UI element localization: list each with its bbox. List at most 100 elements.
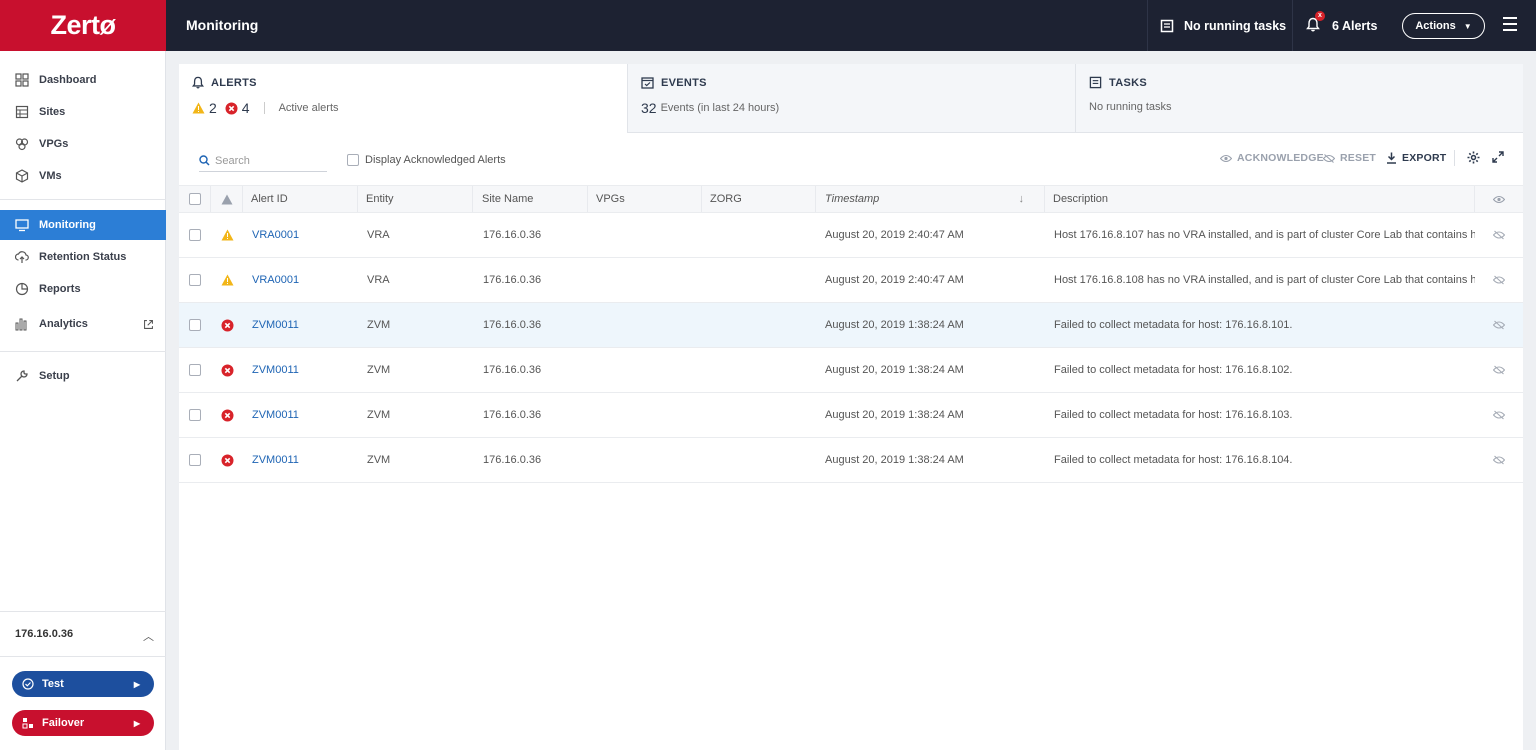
row-checkbox[interactable] bbox=[189, 319, 201, 331]
actions-dropdown[interactable]: Actions ▼ bbox=[1402, 13, 1485, 39]
active-alerts-label: Active alerts bbox=[278, 102, 339, 114]
column-header-vpgs[interactable]: VPGs bbox=[588, 186, 702, 212]
sidebar-item-label: Retention Status bbox=[39, 251, 127, 263]
vms-icon bbox=[15, 169, 29, 183]
shield-check-icon bbox=[22, 678, 34, 690]
vpgs-cell bbox=[588, 348, 702, 392]
row-select-cell bbox=[179, 213, 211, 257]
entity-cell: ZVM bbox=[367, 454, 391, 466]
sidebar-item-monitoring[interactable]: Monitoring bbox=[0, 210, 166, 240]
test-button[interactable]: Test ▶ bbox=[12, 671, 154, 697]
divider bbox=[0, 611, 166, 612]
row-checkbox[interactable] bbox=[189, 409, 201, 421]
sidebar-item-vms[interactable]: VMs bbox=[0, 161, 166, 191]
tab-tasks[interactable]: TASKS No running tasks bbox=[1075, 64, 1523, 133]
table-row[interactable]: ZVM0011 ZVM 176.16.0.36 August 20, 2019 1:3… bbox=[179, 348, 1523, 393]
site-name-cell: 176.16.0.36 bbox=[483, 274, 542, 286]
sidebar-item-analytics[interactable]: Analytics bbox=[0, 309, 166, 339]
row-select-cell bbox=[179, 348, 211, 392]
select-all-checkbox[interactable] bbox=[188, 193, 201, 205]
column-header-site-name[interactable]: Site Name bbox=[473, 186, 588, 212]
warning-icon bbox=[211, 213, 243, 257]
search-input[interactable]: Search bbox=[199, 150, 327, 172]
tab-alerts[interactable]: ALERTS 2 4 Active alerts bbox=[179, 64, 627, 133]
row-checkbox[interactable] bbox=[189, 229, 201, 241]
site-name-cell: 176.16.0.36 bbox=[483, 229, 542, 241]
column-header-zorg[interactable]: ZORG bbox=[702, 186, 816, 212]
sidebar-item-setup[interactable]: Setup bbox=[0, 361, 166, 391]
row-checkbox[interactable] bbox=[189, 364, 201, 376]
table-row[interactable]: VRA0001 VRA 176.16.0.36 August 20, 2019 2:4… bbox=[179, 258, 1523, 303]
sidebar-item-dashboard[interactable]: Dashboard bbox=[0, 65, 166, 95]
zerto-logo[interactable]: Zertø bbox=[0, 0, 166, 51]
table-row[interactable]: VRA0001 VRA 176.16.0.36 August 20, 2019 2:4… bbox=[179, 213, 1523, 258]
eye-off-icon[interactable] bbox=[1475, 438, 1523, 482]
alert-id-link[interactable]: VRA0001 bbox=[243, 213, 358, 257]
error-icon bbox=[225, 102, 238, 114]
column-header-alert-id[interactable]: Alert ID bbox=[243, 186, 358, 212]
vpgs-cell bbox=[588, 258, 702, 302]
hamburger-menu-icon[interactable] bbox=[1503, 17, 1517, 35]
expand-icon[interactable] bbox=[1492, 151, 1504, 163]
acknowledge-button[interactable]: ACKNOWLEDGE bbox=[1220, 152, 1324, 164]
site-selector[interactable]: 176.16.0.36 bbox=[15, 628, 73, 640]
column-header-description[interactable]: Description bbox=[1045, 186, 1475, 212]
alert-id-link[interactable]: VRA0001 bbox=[243, 258, 358, 302]
description-cell: Failed to collect metadata for host: 176… bbox=[1054, 409, 1293, 421]
alert-id-link[interactable]: ZVM0011 bbox=[243, 348, 358, 392]
failover-button[interactable]: Failover ▶ bbox=[12, 710, 154, 736]
column-header-entity[interactable]: Entity bbox=[358, 186, 473, 212]
chevron-up-icon[interactable]: ︿ bbox=[143, 628, 154, 644]
export-button[interactable]: EXPORT bbox=[1386, 152, 1446, 164]
gear-icon[interactable] bbox=[1467, 151, 1480, 164]
tasks-sub-label: No running tasks bbox=[1089, 101, 1172, 113]
divider bbox=[0, 656, 166, 657]
tab-events[interactable]: EVENTS 32 Events (in last 24 hours) bbox=[627, 64, 1075, 133]
entity-cell: VRA bbox=[367, 274, 390, 286]
summary-tabs: ALERTS 2 4 Active alerts EVENTS 32 Event… bbox=[179, 64, 1523, 133]
running-tasks-button[interactable]: No running tasks bbox=[1147, 0, 1293, 51]
warning-count: 2 bbox=[209, 100, 217, 116]
sidebar-item-reports[interactable]: Reports bbox=[0, 274, 166, 304]
eye-off-icon[interactable] bbox=[1475, 393, 1523, 437]
eye-off-icon[interactable] bbox=[1475, 258, 1523, 302]
sidebar-item-sites[interactable]: Sites bbox=[0, 97, 166, 127]
row-checkbox[interactable] bbox=[189, 454, 201, 466]
reset-button[interactable]: RESET bbox=[1323, 152, 1376, 164]
alert-id-link[interactable]: ZVM0011 bbox=[243, 438, 358, 482]
table-row[interactable]: ZVM0011 ZVM 176.16.0.36 August 20, 2019 1:3… bbox=[179, 393, 1523, 438]
retention-icon bbox=[15, 251, 29, 263]
table-row[interactable]: ZVM0011 ZVM 176.16.0.36 August 20, 2019 1:3… bbox=[179, 303, 1523, 348]
sidebar-item-retention-status[interactable]: Retention Status bbox=[0, 242, 166, 272]
warning-outline-icon bbox=[221, 193, 232, 205]
alert-id-link[interactable]: ZVM0011 bbox=[243, 393, 358, 437]
row-checkbox[interactable] bbox=[189, 274, 201, 286]
vpgs-cell bbox=[588, 303, 702, 347]
eye-off-icon[interactable] bbox=[1475, 303, 1523, 347]
eye-off-icon[interactable] bbox=[1475, 213, 1523, 257]
zorg-cell bbox=[702, 258, 816, 302]
site-name-cell: 176.16.0.36 bbox=[483, 319, 542, 331]
checkbox[interactable] bbox=[347, 154, 359, 166]
search-placeholder: Search bbox=[215, 154, 250, 167]
alert-id-link[interactable]: ZVM0011 bbox=[243, 303, 358, 347]
tab-alerts-label: ALERTS bbox=[211, 76, 257, 89]
visibility-column-header[interactable] bbox=[1475, 186, 1523, 212]
select-all-cell bbox=[179, 186, 211, 212]
sort-down-icon: ↓ bbox=[1018, 193, 1025, 205]
severity-column-header[interactable] bbox=[211, 186, 243, 212]
error-count: 4 bbox=[241, 100, 250, 116]
eye-off-icon[interactable] bbox=[1475, 348, 1523, 392]
table-row[interactable]: ZVM0011 ZVM 176.16.0.36 August 20, 2019 1:3… bbox=[179, 438, 1523, 483]
alerts-button[interactable]: x 6 Alerts bbox=[1294, 0, 1390, 51]
bell-icon: x bbox=[1306, 10, 1325, 35]
sidebar-item-label: Monitoring bbox=[39, 219, 96, 231]
error-icon bbox=[211, 348, 243, 392]
events-count: 32 bbox=[641, 100, 657, 116]
sidebar-item-vpgs[interactable]: VPGs bbox=[0, 129, 166, 159]
column-header-timestamp[interactable]: Timestamp ↓ bbox=[816, 186, 1045, 212]
display-acknowledged-toggle[interactable]: Display Acknowledged Alerts bbox=[347, 154, 506, 166]
sidebar-item-label: VPGs bbox=[39, 138, 69, 150]
zorg-cell bbox=[702, 438, 816, 482]
zorg-cell bbox=[702, 303, 816, 347]
